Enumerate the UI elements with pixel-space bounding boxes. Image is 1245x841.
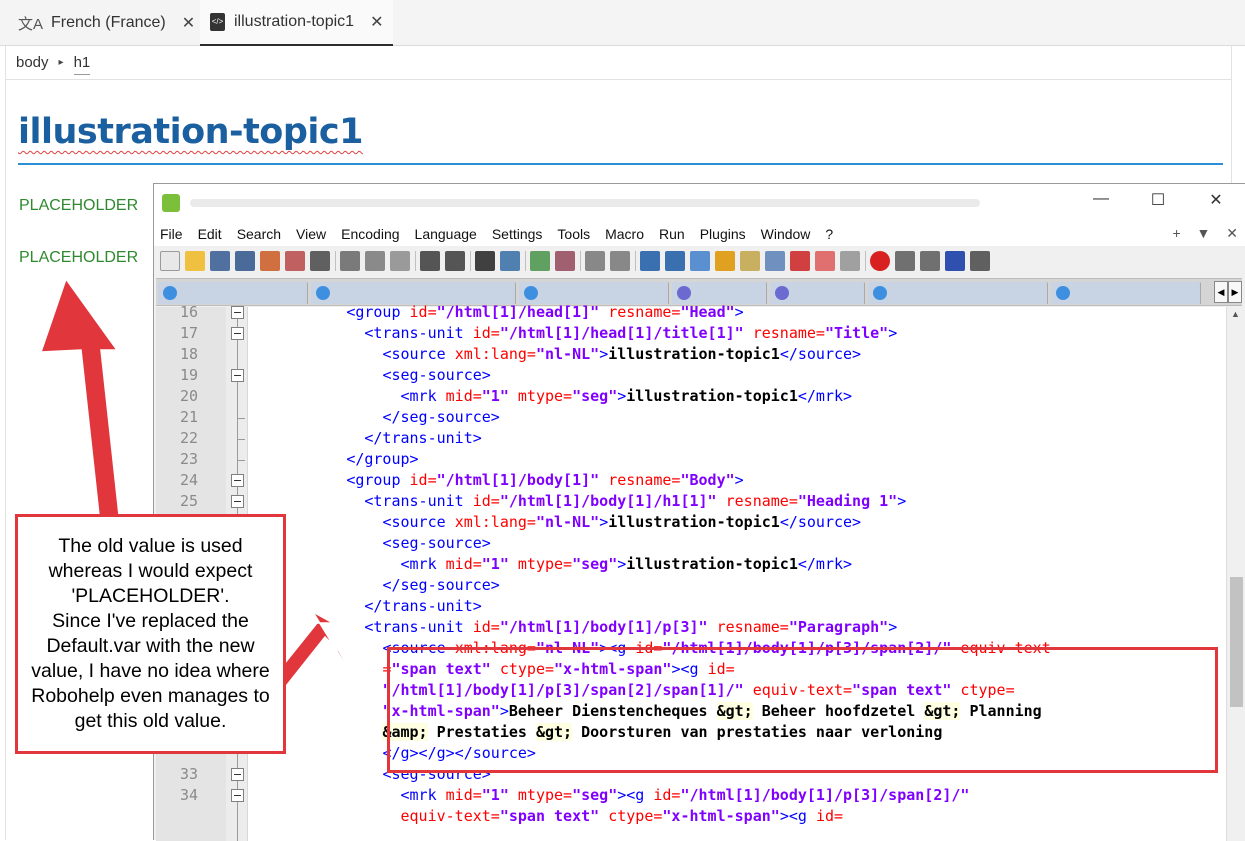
annotation-line: get this old value. — [74, 710, 227, 732]
annotation-line: value, I have no idea where — [31, 660, 270, 682]
annotation-line: Robohelp even manages to — [31, 685, 270, 707]
annotation-line: Since I've replaced the — [52, 610, 249, 632]
annotation-line: Default.var with the new — [46, 635, 255, 657]
annotation-note: The old value is used whereas I would ex… — [15, 514, 286, 754]
annotation-line: The old value is used — [58, 535, 243, 557]
annotation-line: whereas I would expect — [48, 560, 253, 582]
arrow-up-icon — [39, 277, 120, 516]
annotation-line: 'PLACEHOLDER'. — [71, 585, 230, 607]
